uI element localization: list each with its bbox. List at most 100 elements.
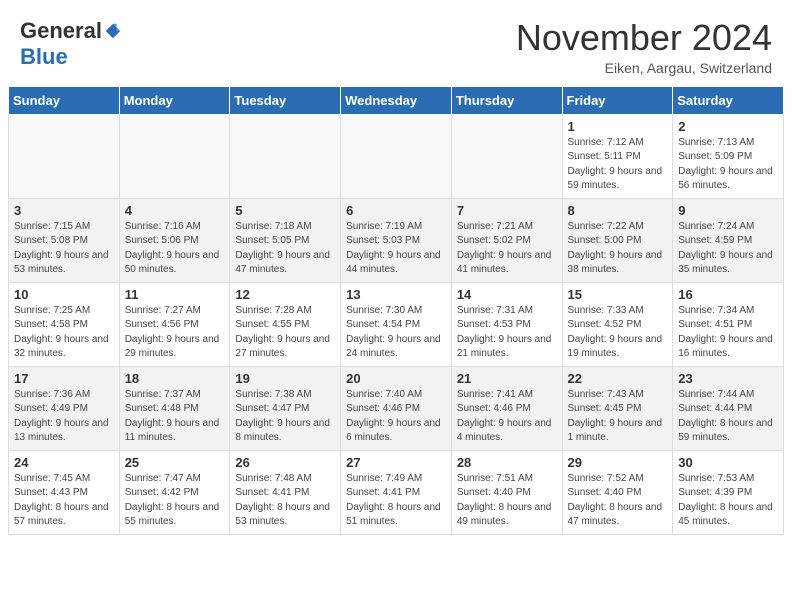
day-number: 4 xyxy=(125,203,225,218)
day-info: Sunrise: 7:24 AMSunset: 4:59 PMDaylight:… xyxy=(678,220,778,278)
table-row: 29 Sunrise: 7:52 AMSunset: 4:40 PMDayligh… xyxy=(562,450,673,534)
table-row xyxy=(451,114,562,198)
day-info: Sunrise: 7:40 AMSunset: 4:46 PMDaylight:… xyxy=(346,388,446,446)
day-info: Sunrise: 7:12 AMSunset: 5:11 PMDaylight:… xyxy=(568,136,668,194)
day-number: 3 xyxy=(14,203,114,218)
calendar-header-row: Sunday Monday Tuesday Wednesday Thursday… xyxy=(9,86,784,114)
day-number: 21 xyxy=(457,371,557,386)
table-row: 5 Sunrise: 7:18 AMSunset: 5:05 PMDaylight… xyxy=(230,198,341,282)
table-row: 27 Sunrise: 7:49 AMSunset: 4:41 PMDayligh… xyxy=(341,450,452,534)
table-row: 8 Sunrise: 7:22 AMSunset: 5:00 PMDaylight… xyxy=(562,198,673,282)
day-number: 27 xyxy=(346,455,446,470)
table-row: 7 Sunrise: 7:21 AMSunset: 5:02 PMDaylight… xyxy=(451,198,562,282)
day-number: 2 xyxy=(678,119,778,134)
table-row: 9Sunrise: 7:24 AMSunset: 4:59 PMDaylight… xyxy=(673,198,784,282)
table-row: 28 Sunrise: 7:51 AMSunset: 4:40 PMDayligh… xyxy=(451,450,562,534)
day-info: Sunrise: 7:16 AMSunset: 5:06 PMDaylight:… xyxy=(125,220,225,278)
table-row: 19 Sunrise: 7:38 AMSunset: 4:47 PMDayligh… xyxy=(230,366,341,450)
day-number: 16 xyxy=(678,287,778,302)
day-info: Sunrise: 7:43 AMSunset: 4:45 PMDaylight:… xyxy=(568,388,668,446)
day-info: Sunrise: 7:49 AMSunset: 4:41 PMDaylight:… xyxy=(346,472,446,530)
day-number: 14 xyxy=(457,287,557,302)
day-info: Sunrise: 7:30 AMSunset: 4:54 PMDaylight:… xyxy=(346,304,446,362)
day-info: Sunrise: 7:37 AMSunset: 4:48 PMDaylight:… xyxy=(125,388,225,446)
day-number: 20 xyxy=(346,371,446,386)
header: General Blue November 2024 Eiken, Aargau… xyxy=(0,0,792,86)
col-wednesday: Wednesday xyxy=(341,86,452,114)
day-number: 1 xyxy=(568,119,668,134)
day-number: 18 xyxy=(125,371,225,386)
day-number: 29 xyxy=(568,455,668,470)
day-info: Sunrise: 7:21 AMSunset: 5:02 PMDaylight:… xyxy=(457,220,557,278)
table-row: 25 Sunrise: 7:47 AMSunset: 4:42 PMDayligh… xyxy=(119,450,230,534)
logo-general-text: General xyxy=(20,18,102,44)
title-block: November 2024 Eiken, Aargau, Switzerland xyxy=(516,18,772,76)
day-info: Sunrise: 7:34 AMSunset: 4:51 PMDaylight:… xyxy=(678,304,778,362)
day-number: 24 xyxy=(14,455,114,470)
table-row: 17Sunrise: 7:36 AMSunset: 4:49 PMDayligh… xyxy=(9,366,120,450)
table-row xyxy=(341,114,452,198)
table-row: 11 Sunrise: 7:27 AMSunset: 4:56 PMDayligh… xyxy=(119,282,230,366)
day-info: Sunrise: 7:27 AMSunset: 4:56 PMDaylight:… xyxy=(125,304,225,362)
table-row: 3Sunrise: 7:15 AMSunset: 5:08 PMDaylight… xyxy=(9,198,120,282)
table-row: 1 Sunrise: 7:12 AMSunset: 5:11 PMDaylight… xyxy=(562,114,673,198)
day-number: 8 xyxy=(568,203,668,218)
day-info: Sunrise: 7:19 AMSunset: 5:03 PMDaylight:… xyxy=(346,220,446,278)
day-number: 26 xyxy=(235,455,335,470)
day-info: Sunrise: 7:33 AMSunset: 4:52 PMDaylight:… xyxy=(568,304,668,362)
day-info: Sunrise: 7:13 AMSunset: 5:09 PMDaylight:… xyxy=(678,136,778,194)
logo-blue-text: Blue xyxy=(20,44,68,69)
table-row: 15 Sunrise: 7:33 AMSunset: 4:52 PMDayligh… xyxy=(562,282,673,366)
col-sunday: Sunday xyxy=(9,86,120,114)
day-info: Sunrise: 7:45 AMSunset: 4:43 PMDaylight:… xyxy=(14,472,114,530)
table-row: 22Sunrise: 7:43 AMSunset: 4:45 PMDayligh… xyxy=(562,366,673,450)
day-info: Sunrise: 7:51 AMSunset: 4:40 PMDaylight:… xyxy=(457,472,557,530)
table-row: 23Sunrise: 7:44 AMSunset: 4:44 PMDayligh… xyxy=(673,366,784,450)
calendar-week-row: 3Sunrise: 7:15 AMSunset: 5:08 PMDaylight… xyxy=(9,198,784,282)
table-row: 30Sunrise: 7:53 AMSunset: 4:39 PMDayligh… xyxy=(673,450,784,534)
table-row: 16 Sunrise: 7:34 AMSunset: 4:51 PMDayligh… xyxy=(673,282,784,366)
col-monday: Monday xyxy=(119,86,230,114)
day-number: 28 xyxy=(457,455,557,470)
table-row: 4 Sunrise: 7:16 AMSunset: 5:06 PMDaylight… xyxy=(119,198,230,282)
page: General Blue November 2024 Eiken, Aargau… xyxy=(0,0,792,535)
day-info: Sunrise: 7:22 AMSunset: 5:00 PMDaylight:… xyxy=(568,220,668,278)
day-info: Sunrise: 7:28 AMSunset: 4:55 PMDaylight:… xyxy=(235,304,335,362)
calendar-week-row: 17Sunrise: 7:36 AMSunset: 4:49 PMDayligh… xyxy=(9,366,784,450)
calendar-table: Sunday Monday Tuesday Wednesday Thursday… xyxy=(8,86,784,535)
table-row: 14Sunrise: 7:31 AMSunset: 4:53 PMDayligh… xyxy=(451,282,562,366)
day-info: Sunrise: 7:18 AMSunset: 5:05 PMDaylight:… xyxy=(235,220,335,278)
table-row: 2 Sunrise: 7:13 AMSunset: 5:09 PMDaylight… xyxy=(673,114,784,198)
day-number: 11 xyxy=(125,287,225,302)
day-info: Sunrise: 7:48 AMSunset: 4:41 PMDaylight:… xyxy=(235,472,335,530)
day-number: 17 xyxy=(14,371,114,386)
table-row: 24 Sunrise: 7:45 AMSunset: 4:43 PMDayligh… xyxy=(9,450,120,534)
table-row: 20 Sunrise: 7:40 AMSunset: 4:46 PMDayligh… xyxy=(341,366,452,450)
calendar-week-row: 24 Sunrise: 7:45 AMSunset: 4:43 PMDayligh… xyxy=(9,450,784,534)
col-thursday: Thursday xyxy=(451,86,562,114)
col-tuesday: Tuesday xyxy=(230,86,341,114)
day-info: Sunrise: 7:41 AMSunset: 4:46 PMDaylight:… xyxy=(457,388,557,446)
day-number: 15 xyxy=(568,287,668,302)
day-number: 13 xyxy=(346,287,446,302)
table-row: 26 Sunrise: 7:48 AMSunset: 4:41 PMDayligh… xyxy=(230,450,341,534)
day-info: Sunrise: 7:47 AMSunset: 4:42 PMDaylight:… xyxy=(125,472,225,530)
table-row: 21 Sunrise: 7:41 AMSunset: 4:46 PMDayligh… xyxy=(451,366,562,450)
calendar-week-row: 1 Sunrise: 7:12 AMSunset: 5:11 PMDaylight… xyxy=(9,114,784,198)
day-number: 6 xyxy=(346,203,446,218)
calendar-week-row: 10Sunrise: 7:25 AMSunset: 4:58 PMDayligh… xyxy=(9,282,784,366)
day-number: 25 xyxy=(125,455,225,470)
day-info: Sunrise: 7:52 AMSunset: 4:40 PMDaylight:… xyxy=(568,472,668,530)
day-info: Sunrise: 7:38 AMSunset: 4:47 PMDaylight:… xyxy=(235,388,335,446)
month-title: November 2024 xyxy=(516,18,772,58)
day-number: 5 xyxy=(235,203,335,218)
location: Eiken, Aargau, Switzerland xyxy=(516,60,772,76)
day-number: 19 xyxy=(235,371,335,386)
day-info: Sunrise: 7:53 AMSunset: 4:39 PMDaylight:… xyxy=(678,472,778,530)
col-saturday: Saturday xyxy=(673,86,784,114)
day-number: 23 xyxy=(678,371,778,386)
table-row: 18 Sunrise: 7:37 AMSunset: 4:48 PMDayligh… xyxy=(119,366,230,450)
day-number: 7 xyxy=(457,203,557,218)
logo: General Blue xyxy=(20,18,122,70)
table-row: 13 Sunrise: 7:30 AMSunset: 4:54 PMDayligh… xyxy=(341,282,452,366)
